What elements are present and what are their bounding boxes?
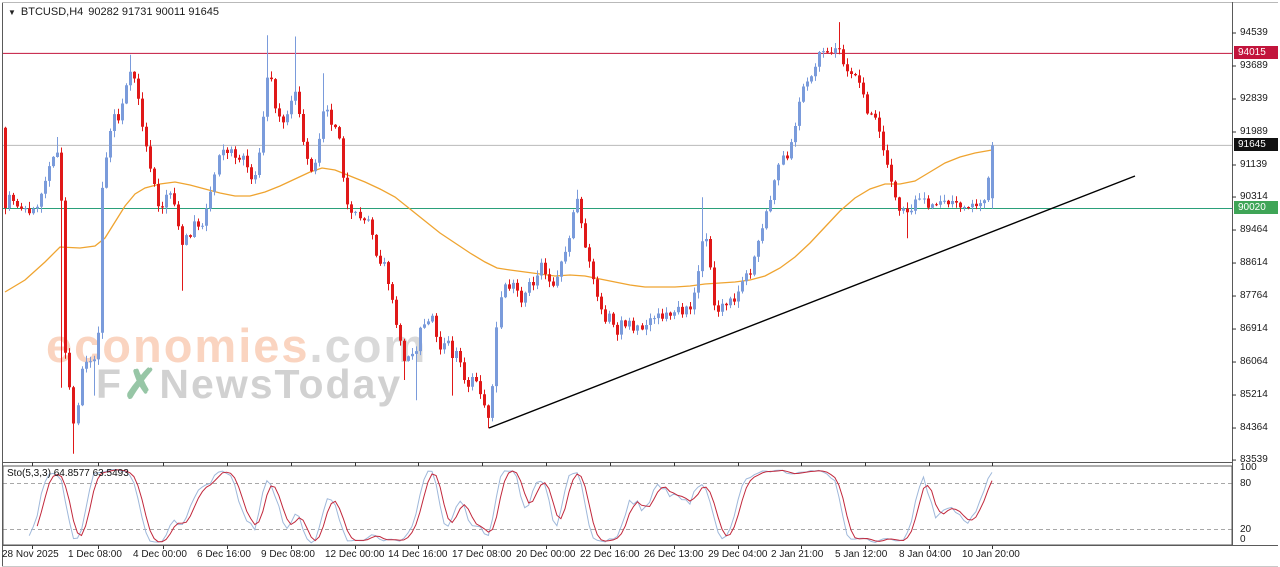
price-tick-label: 86914 [1240, 323, 1268, 334]
price-tick-label: 91989 [1240, 126, 1268, 137]
chart-ohlc-readout: 90282 91731 90011 91645 [88, 6, 219, 18]
chart-window: ▼BTCUSD,H490282 91731 90011 91645 econom… [0, 0, 1280, 567]
current-price-price-badge: 91645 [1234, 138, 1278, 151]
bear-candle-bodies [4, 48, 978, 423]
price-tick-label: 86064 [1240, 356, 1268, 367]
stochastic-signal-line [37, 470, 992, 542]
price-tick-label: 89464 [1240, 224, 1268, 235]
time-axis-label: 12 Dec 00:00 [325, 549, 385, 560]
price-tick-label: 94539 [1240, 27, 1268, 38]
time-axis-label: 10 Jan 20:00 [962, 549, 1020, 560]
price-chart-canvas [0, 0, 1280, 567]
time-axis-label: 26 Dec 13:00 [644, 549, 704, 560]
bull-candle-bodies [8, 48, 994, 423]
time-axis-label: 2 Jan 21:00 [771, 549, 823, 560]
time-axis-label: 6 Dec 16:00 [197, 549, 251, 560]
price-tick-label: 85214 [1240, 389, 1268, 400]
time-axis-label: 14 Dec 16:00 [388, 549, 448, 560]
price-tick-label: 88614 [1240, 257, 1268, 268]
price-tick-label: 87764 [1240, 290, 1268, 301]
time-axis-label: 22 Dec 16:00 [580, 549, 640, 560]
time-axis-label: 5 Jan 12:00 [835, 549, 887, 560]
stochastic-main-line [29, 470, 992, 543]
chart-symbol-timeframe: BTCUSD,H4 [21, 6, 83, 18]
price-tick-label: 93689 [1240, 60, 1268, 71]
price-tick-label: 84364 [1240, 422, 1268, 433]
stochastic-label: Sto(5,3,3) 64.8577 63.5493 [7, 468, 129, 479]
support-price-badge: 90020 [1234, 201, 1278, 214]
sto-pane-border [3, 466, 1232, 545]
time-axis-label: 28 Nov 2025 [2, 549, 59, 560]
ascending-trendline[interactable] [489, 176, 1135, 428]
time-axis-label: 1 Dec 08:00 [68, 549, 122, 560]
time-axis-label: 20 Dec 00:00 [516, 549, 576, 560]
sto-level-label: 0 [1240, 534, 1246, 545]
symbol-dropdown-icon[interactable]: ▼ [8, 8, 16, 17]
price-tick-label: 90314 [1240, 191, 1268, 202]
time-axis-label: 9 Dec 08:00 [261, 549, 315, 560]
time-axis-label: 29 Dec 04:00 [708, 549, 768, 560]
time-axis-label: 4 Dec 00:00 [133, 549, 187, 560]
bull-candle-wicks [10, 35, 993, 425]
time-axis-label: 17 Dec 08:00 [452, 549, 512, 560]
sto-level-label: 80 [1240, 478, 1251, 489]
chart-title-bar: ▼ BTCUSD,H4 90282 91731 90011 91645 [8, 6, 219, 18]
price-tick-label: 92839 [1240, 93, 1268, 104]
resistance-price-badge: 94015 [1234, 46, 1278, 59]
price-tick-label: 91139 [1240, 159, 1267, 170]
time-axis-label: 8 Jan 04:00 [899, 549, 951, 560]
sto-level-label: 100 [1240, 462, 1257, 473]
